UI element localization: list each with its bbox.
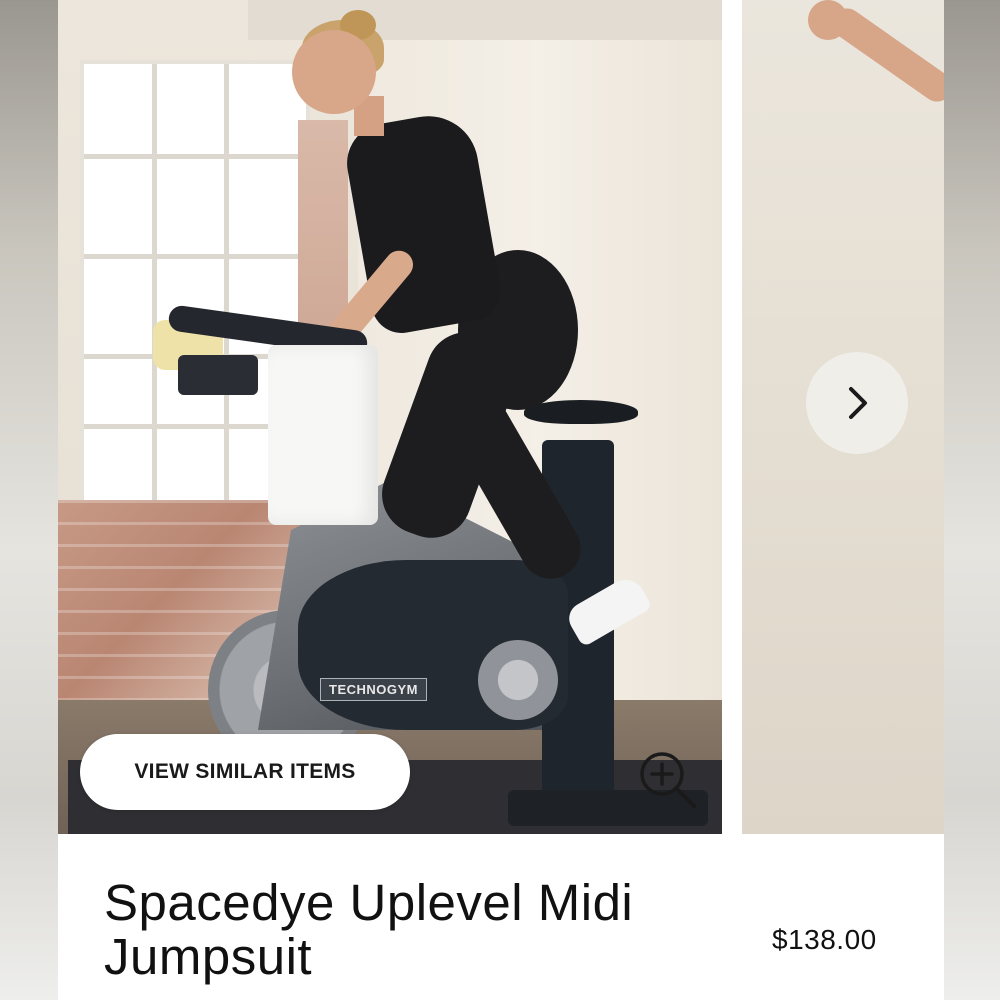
bike-towel: [268, 345, 378, 525]
product-title: Spacedye Uplevel Midi Jumpsuit: [104, 874, 634, 985]
model-hand-secondary: [808, 0, 848, 40]
model-head: [292, 30, 376, 114]
bike-crank: [478, 640, 558, 720]
left-blur-margin: [0, 0, 58, 1000]
product-image-gallery[interactable]: TECHNOGYM VIEW SIMILAR ITEMS: [58, 0, 944, 834]
bike-brand-logo: TECHNOGYM: [320, 678, 427, 701]
right-blur-margin: [944, 0, 1000, 1000]
zoom-in-icon[interactable]: [636, 748, 700, 812]
main-product-photo[interactable]: TECHNOGYM VIEW SIMILAR ITEMS: [58, 0, 722, 834]
next-image-button[interactable]: [806, 352, 908, 454]
bike-console: [178, 355, 258, 395]
chevron-right-icon: [849, 387, 867, 419]
view-similar-items-button[interactable]: VIEW SIMILAR ITEMS: [80, 734, 410, 810]
product-price: $138.00: [772, 924, 877, 955]
